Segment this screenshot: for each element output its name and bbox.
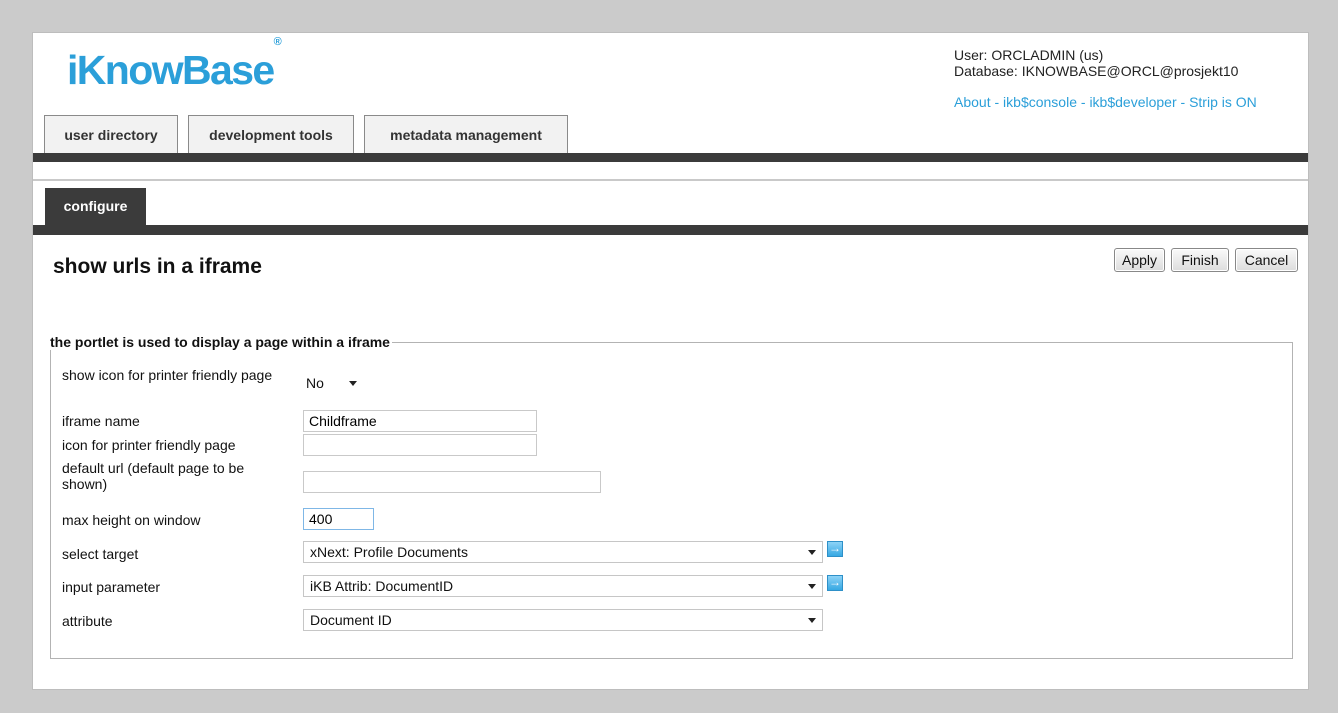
registered-mark: ®: [273, 36, 282, 49]
portlet-settings-fieldset: the portlet is used to display a page wi…: [50, 334, 1293, 659]
iframe-name-label: iframe name: [62, 413, 140, 429]
about-link[interactable]: About: [954, 94, 991, 110]
printer-icon-input[interactable]: [303, 434, 537, 456]
printer-icon-show-select[interactable]: No: [303, 373, 365, 395]
input-parameter-label: input parameter: [62, 579, 161, 595]
arrow-right-icon: →: [829, 575, 841, 589]
input-parameter-select[interactable]: iKB Attrib: DocumentID: [303, 575, 823, 597]
arrow-right-icon: →: [829, 541, 841, 555]
printer-icon-show-label: show icon for printer friendly page: [62, 367, 273, 383]
select-target-go-button[interactable]: →: [827, 541, 843, 557]
page-title: show urls in a iframe: [53, 255, 262, 278]
attribute-value: Document ID: [310, 612, 392, 628]
select-target-value: xNext: Profile Documents: [310, 544, 468, 560]
tab-development-tools[interactable]: development tools: [188, 115, 354, 153]
tab-user-directory[interactable]: user directory: [44, 115, 178, 153]
user-line: User: ORCLADMIN (us): [954, 47, 1104, 63]
strip-toggle-link[interactable]: Strip is ON: [1189, 94, 1257, 110]
page-container: iKnowBase® User: ORCLADMIN (us) Database…: [32, 32, 1309, 690]
tab-configure[interactable]: configure: [45, 188, 146, 225]
link-separator: -: [1080, 94, 1086, 110]
ikb-developer-link[interactable]: ikb$developer: [1089, 94, 1176, 110]
max-height-input[interactable]: [303, 508, 374, 530]
apply-button[interactable]: Apply: [1114, 248, 1165, 272]
printer-icon-show-value: No: [306, 375, 324, 391]
ikb-console-link[interactable]: ikb$console: [1003, 94, 1077, 110]
user-info: User: ORCLADMIN (us) Database: IKNOWBASE…: [954, 47, 1238, 79]
link-separator: -: [1180, 94, 1186, 110]
finish-button[interactable]: Finish: [1171, 248, 1229, 272]
printer-icon-label: icon for printer friendly page: [62, 437, 236, 453]
cancel-button[interactable]: Cancel: [1235, 248, 1298, 272]
main-tab-bar: [33, 153, 1308, 162]
tab-metadata-management[interactable]: metadata management: [364, 115, 568, 153]
attribute-label: attribute: [62, 613, 113, 629]
attribute-select[interactable]: Document ID: [303, 609, 823, 631]
chevron-down-icon: [808, 584, 816, 589]
header-links: About - ikb$console - ikb$developer - St…: [954, 94, 1257, 110]
chevron-down-icon: [349, 381, 357, 386]
max-height-label: max height on window: [62, 512, 201, 528]
logo-text: iKnowBase: [67, 47, 275, 93]
iknowbase-logo[interactable]: iKnowBase®: [67, 37, 282, 93]
database-line: Database: IKNOWBASE@ORCL@prosjekt10: [954, 63, 1239, 79]
divider: [33, 179, 1308, 181]
input-parameter-go-button[interactable]: →: [827, 575, 843, 591]
link-separator: -: [994, 94, 1000, 110]
default-url-label: default url (default page to be shown): [62, 460, 245, 492]
select-target-label: select target: [62, 546, 139, 562]
input-parameter-value: iKB Attrib: DocumentID: [310, 578, 454, 594]
chevron-down-icon: [808, 550, 816, 555]
default-url-input[interactable]: [303, 471, 601, 493]
chevron-down-icon: [808, 618, 816, 623]
fieldset-legend: the portlet is used to display a page wi…: [50, 334, 392, 350]
select-target-select[interactable]: xNext: Profile Documents: [303, 541, 823, 563]
iframe-name-input[interactable]: [303, 410, 537, 432]
sub-tab-bar: [33, 225, 1308, 235]
